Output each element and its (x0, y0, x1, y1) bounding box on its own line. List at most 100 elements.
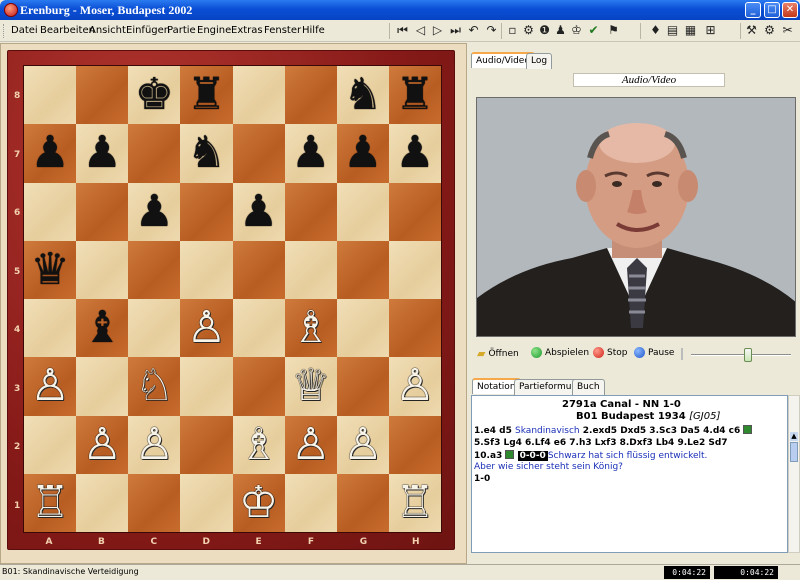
chess-piece-f3[interactable]: ♕ (291, 364, 330, 408)
info-icon[interactable]: ❶ (537, 23, 552, 38)
menu-extras[interactable]: Extras (231, 25, 263, 36)
chess-piece-c2[interactable]: ♙ (135, 422, 174, 467)
last-move-icon[interactable]: ⏭ (448, 23, 463, 38)
bulb-icon[interactable]: ♦ (648, 23, 663, 38)
square-g2[interactable]: ♙ (336, 415, 389, 474)
square-h1[interactable]: ♖ (388, 473, 441, 532)
menu-einfuegen[interactable]: Einfügen (126, 25, 170, 36)
square-g8[interactable]: ♞ (336, 66, 389, 125)
square-c3[interactable]: ♘ (128, 357, 181, 416)
square-e8[interactable] (232, 66, 285, 125)
chess-piece-g2[interactable]: ♙ (343, 422, 382, 467)
square-e1[interactable]: ♔ (232, 473, 285, 532)
maximize-button[interactable]: □ (764, 2, 780, 18)
square-c2[interactable]: ♙ (128, 415, 181, 474)
square-a2[interactable] (24, 415, 77, 474)
square-a3[interactable]: ♙ (24, 357, 77, 416)
square-d5[interactable] (180, 240, 233, 299)
chess-piece-b7[interactable]: ♟ (82, 131, 121, 175)
square-c7[interactable] (128, 124, 181, 183)
pause-button[interactable]: Pause (634, 347, 674, 358)
square-f7[interactable]: ♟ (284, 124, 337, 183)
tab-buch[interactable]: Buch (572, 379, 605, 395)
settings-icon[interactable]: ⚙ (762, 23, 777, 38)
square-h8[interactable]: ♜ (388, 66, 441, 125)
square-f4[interactable]: ♗ (284, 299, 337, 358)
square-g3[interactable] (336, 357, 389, 416)
square-h2[interactable] (388, 415, 441, 474)
position-slider-thumb[interactable] (744, 348, 752, 362)
square-e3[interactable] (232, 357, 285, 416)
menu-partie[interactable]: Partie (167, 25, 196, 36)
square-g5[interactable] (336, 240, 389, 299)
square-f2[interactable]: ♙ (284, 415, 337, 474)
chess-piece-a1[interactable]: ♖ (30, 480, 69, 525)
menu-bearbeiten[interactable]: Bearbeiten (40, 25, 95, 36)
chess-piece-b2[interactable]: ♙ (82, 422, 121, 467)
minimize-button[interactable]: _ (745, 2, 761, 18)
play-button[interactable]: Abspielen (531, 347, 589, 358)
position-slider-track[interactable] (691, 354, 791, 356)
square-h4[interactable] (388, 299, 441, 358)
square-c5[interactable] (128, 240, 181, 299)
app-icon[interactable] (4, 3, 18, 17)
square-c6[interactable]: ♟ (128, 182, 181, 241)
menu-fenster[interactable]: Fenster (264, 25, 301, 36)
grid-icon[interactable]: ⊞ (703, 23, 718, 38)
chess-piece-g8[interactable]: ♞ (343, 73, 382, 117)
square-d8[interactable]: ♜ (180, 66, 233, 125)
chess-piece-h3[interactable]: ♙ (395, 364, 434, 408)
square-d3[interactable] (180, 357, 233, 416)
chess-piece-g7[interactable]: ♟ (343, 131, 382, 175)
square-f1[interactable] (284, 473, 337, 532)
square-e4[interactable] (232, 299, 285, 358)
notation-panel[interactable]: 2791a Canal - NN 1-0 B01 Budapest 1934 [… (471, 395, 788, 553)
chess-piece-h8[interactable]: ♜ (395, 73, 434, 117)
king-icon[interactable]: ♔ (569, 23, 584, 38)
stop-button[interactable]: Stop (593, 347, 627, 358)
chess-piece-f7[interactable]: ♟ (291, 131, 330, 175)
square-b4[interactable]: ♝ (76, 299, 129, 358)
chess-piece-e1[interactable]: ♔ (239, 480, 278, 525)
chess-piece-b4[interactable]: ♝ (82, 306, 121, 350)
square-f5[interactable] (284, 240, 337, 299)
move-text[interactable]: 5.Sf3 Lg4 6.Lf4 e6 7.h3 Lxf3 8.Dxf3 Lb4 … (474, 438, 728, 448)
square-d1[interactable] (180, 473, 233, 532)
square-d2[interactable] (180, 415, 233, 474)
current-move[interactable]: 0-0-0 (517, 451, 548, 461)
square-f8[interactable] (284, 66, 337, 125)
chess-piece-a3[interactable]: ♙ (30, 364, 69, 408)
square-b7[interactable]: ♟ (76, 124, 129, 183)
square-b3[interactable] (76, 357, 129, 416)
scissors-icon[interactable]: ✂ (780, 23, 795, 38)
chess-piece-d7[interactable]: ♞ (187, 131, 226, 175)
square-h5[interactable] (388, 240, 441, 299)
chess-piece-d4[interactable]: ♙ (187, 306, 226, 350)
square-e5[interactable] (232, 240, 285, 299)
square-b8[interactable] (76, 66, 129, 125)
square-d7[interactable]: ♞ (180, 124, 233, 183)
move-text[interactable]: 1.e4 d5 (474, 426, 512, 436)
square-a5[interactable]: ♛ (24, 240, 77, 299)
square-a4[interactable] (24, 299, 77, 358)
menu-hilfe[interactable]: Hilfe (302, 25, 325, 36)
chess-piece-c6[interactable]: ♟ (135, 189, 174, 234)
book-icon[interactable]: ▤ (665, 23, 680, 38)
redo-icon[interactable]: ↷ (484, 23, 499, 38)
square-h3[interactable]: ♙ (388, 357, 441, 416)
square-f6[interactable] (284, 182, 337, 241)
menu-datei[interactable]: Datei (11, 25, 38, 36)
square-a6[interactable] (24, 182, 77, 241)
engine-icon[interactable]: ⚙ (521, 23, 536, 38)
square-g6[interactable] (336, 182, 389, 241)
square-e7[interactable] (232, 124, 285, 183)
square-c1[interactable] (128, 473, 181, 532)
chess-piece-f4[interactable]: ♗ (291, 306, 330, 350)
chess-piece-f2[interactable]: ♙ (291, 422, 330, 467)
checkmark-icon[interactable]: ✔ (586, 23, 601, 38)
square-a1[interactable]: ♖ (24, 473, 77, 532)
square-b2[interactable]: ♙ (76, 415, 129, 474)
tab-log[interactable]: Log (526, 53, 553, 69)
move-text[interactable]: 10.a3 (474, 451, 502, 461)
square-a7[interactable]: ♟ (24, 124, 77, 183)
